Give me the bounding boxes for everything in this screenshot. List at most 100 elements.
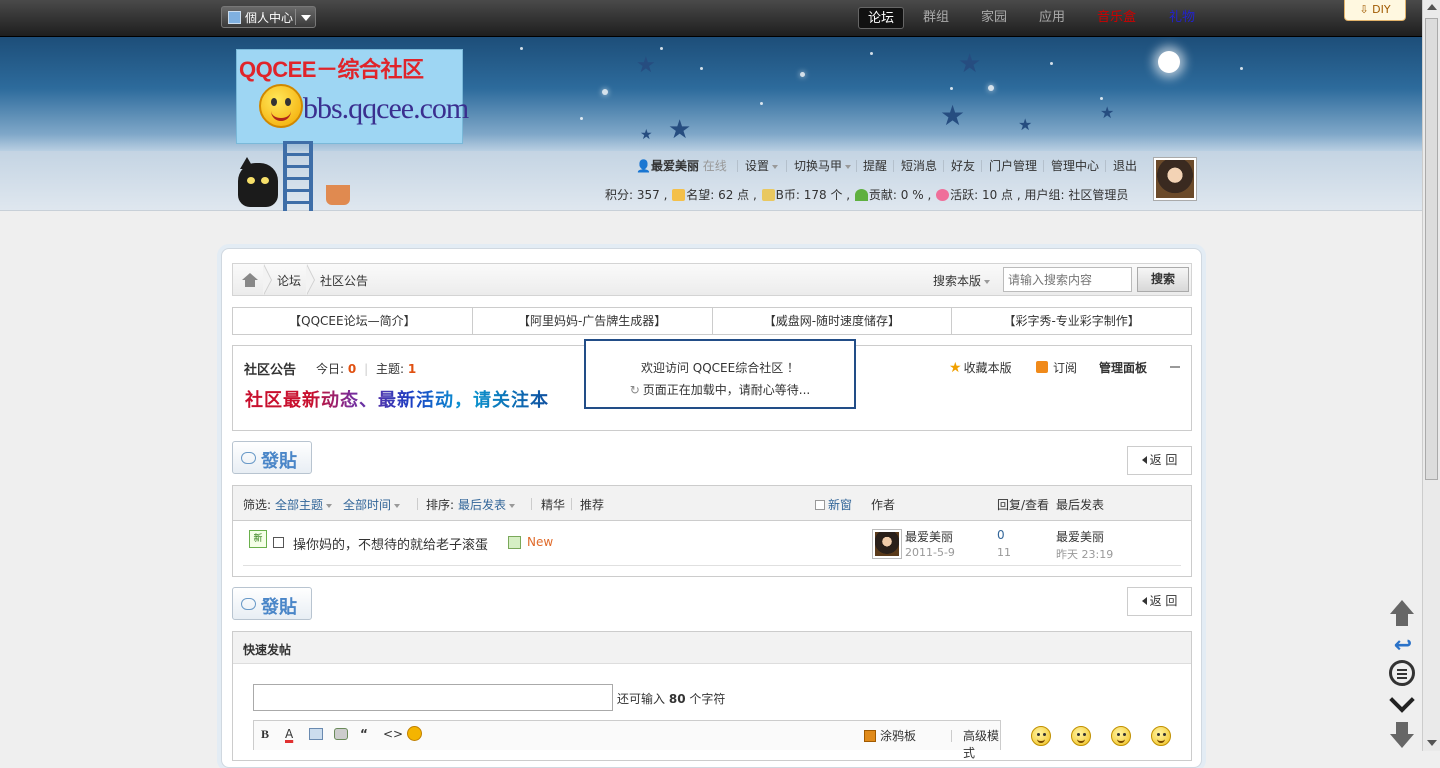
diy-button[interactable]: ⇩ DIY xyxy=(1344,0,1406,21)
notifications-link[interactable]: 提醒 xyxy=(863,158,887,174)
user-profile-link[interactable]: 👤最爱美丽 在线 xyxy=(636,158,727,174)
chevron-down-icon xyxy=(509,503,516,508)
user-avatar[interactable] xyxy=(1153,157,1197,201)
sad-emoji-icon[interactable] xyxy=(1151,726,1171,746)
nav-gifts[interactable]: 礼物 xyxy=(1169,8,1195,28)
vertical-scrollbar[interactable] xyxy=(1422,0,1440,751)
author-avatar[interactable] xyxy=(872,529,902,559)
refresh-spinner-icon: ↻ xyxy=(629,383,640,397)
download-arrow-icon: ⇩ xyxy=(1359,3,1373,16)
scroll-up-arrow-icon[interactable] xyxy=(1427,4,1437,10)
thread-select-checkbox[interactable] xyxy=(273,537,284,548)
advanced-mode-link[interactable]: 高级模式 xyxy=(963,727,1000,761)
new-post-button[interactable]: 發貼 xyxy=(232,441,312,474)
diy-label: DIY xyxy=(1372,3,1391,16)
filter-all-time[interactable]: 全部时间 xyxy=(343,496,401,513)
filter-all-topics[interactable]: 全部主题 xyxy=(275,496,333,513)
admin-panel-link[interactable]: 管理面板 xyxy=(1099,359,1147,376)
scrollbar-thumb[interactable] xyxy=(1425,18,1438,480)
coin-bag-icon xyxy=(761,189,775,201)
subscribe-button[interactable]: 订阅 xyxy=(1036,359,1077,376)
switch-account-link[interactable]: 切换马甲 xyxy=(794,158,852,174)
last-post-author[interactable]: 最爱美丽 xyxy=(1056,528,1104,545)
thumbs-up-icon xyxy=(672,189,686,201)
breadcrumb-forum[interactable]: 论坛 xyxy=(277,272,301,289)
back-button[interactable]: 返 回 xyxy=(1127,446,1192,475)
search-scope-dropdown[interactable]: 搜索本版 xyxy=(933,272,991,289)
friends-link[interactable]: 好友 xyxy=(951,158,975,174)
confused-emoji-icon[interactable] xyxy=(1071,726,1091,746)
row-divider xyxy=(243,565,1181,566)
checkmark-icon[interactable] xyxy=(1389,693,1415,711)
new-window-toggle[interactable]: 新窗 xyxy=(815,496,852,513)
thread-author[interactable]: 最爱美丽 xyxy=(905,528,953,545)
link-qqcee-intro[interactable]: 【QQCEE论坛—简介】 xyxy=(233,308,473,334)
breadcrumb-announcements[interactable]: 社区公告 xyxy=(320,272,368,289)
graffiti-board-button[interactable]: 涂鸦板 xyxy=(864,727,916,744)
collapse-icon[interactable] xyxy=(1170,366,1180,368)
scroll-down-arrow-icon[interactable] xyxy=(1427,740,1437,746)
search-button[interactable]: 搜索 xyxy=(1137,267,1189,292)
sort-label: 排序: xyxy=(426,498,455,512)
thread-replies[interactable]: 0 xyxy=(997,528,1005,542)
happy-emoji-icon[interactable] xyxy=(1111,726,1131,746)
nav-apps[interactable]: 应用 xyxy=(1039,8,1065,28)
back-button-bottom[interactable]: 返 回 xyxy=(1127,587,1192,616)
character-counter: 还可输入 80 个字符 xyxy=(617,692,726,706)
settings-link[interactable]: 设置 xyxy=(745,158,779,174)
nav-music-box[interactable]: 音乐盒 xyxy=(1097,8,1136,28)
thread-list: 新 操你妈的，不想待的就给老子滚蛋 New 最爱美丽 2011-5-9 0 11… xyxy=(232,521,1192,577)
nav-groups[interactable]: 群组 xyxy=(923,8,949,28)
font-color-button[interactable]: A xyxy=(285,727,293,741)
logout-link[interactable]: 退出 xyxy=(1113,158,1137,174)
chevron-down-icon xyxy=(394,503,401,508)
link-icon[interactable] xyxy=(334,728,348,740)
link-color-text[interactable]: 【彩字秀-专业彩字制作】 xyxy=(952,308,1191,334)
bold-button[interactable]: B xyxy=(261,727,269,742)
breadcrumb-separator xyxy=(306,264,317,295)
list-icon[interactable] xyxy=(1389,660,1415,686)
smiley-icon[interactable] xyxy=(407,726,422,741)
personal-center-label: 個人中心 xyxy=(245,11,294,25)
scroll-top-icon[interactable] xyxy=(1390,600,1414,614)
last-post-time[interactable]: 昨天 23:19 xyxy=(1056,546,1113,562)
quote-button[interactable]: “ xyxy=(360,727,368,741)
home-icon[interactable] xyxy=(242,273,258,287)
loading-status: ↻ 页面正在加载中，请耐心等待... xyxy=(629,383,811,397)
favorite-forum-button[interactable]: ★ 收藏本版 xyxy=(949,359,1012,376)
quick-post-title: 快速发帖 xyxy=(243,643,292,657)
filter-digest[interactable]: 精华 xyxy=(541,496,565,513)
user-stats: 积分: 357 , 名望: 62 点 , B币: 178 个 , 贡献: 0 %… xyxy=(605,186,1128,203)
quick-post-title-input[interactable] xyxy=(253,684,613,711)
online-status: 在线 xyxy=(702,159,727,173)
search-input[interactable] xyxy=(1003,267,1132,292)
chevron-down-icon xyxy=(326,503,333,508)
speech-bubble-icon xyxy=(241,598,256,610)
site-logo[interactable]: QQCEE－综合社区 bbs.qqcee.com xyxy=(236,49,469,144)
portal-management-link[interactable]: 门户管理 xyxy=(989,158,1037,174)
thread-title[interactable]: 操你妈的，不想待的就给老子滚蛋 xyxy=(293,534,488,553)
new-post-button-bottom[interactable]: 發貼 xyxy=(232,587,312,620)
rss-icon xyxy=(1036,361,1048,373)
nav-forum[interactable]: 论坛 xyxy=(858,7,904,29)
sprout-icon xyxy=(854,189,868,201)
new-thread-icon: 新 xyxy=(249,530,267,548)
scroll-bottom-icon[interactable] xyxy=(1390,734,1414,748)
activity-stat: 活跃: 10 点 , xyxy=(950,188,1021,202)
admin-center-link[interactable]: 管理中心 xyxy=(1051,158,1099,174)
nav-home[interactable]: 家园 xyxy=(981,8,1007,28)
sort-dropdown[interactable]: 最后发表 xyxy=(458,496,516,513)
filter-recommend[interactable]: 推荐 xyxy=(580,496,604,513)
smile-emoji-icon[interactable] xyxy=(1031,726,1051,746)
image-icon[interactable] xyxy=(309,728,323,740)
chevron-down-icon xyxy=(772,164,779,169)
messages-link[interactable]: 短消息 xyxy=(901,158,937,174)
personal-center-dropdown[interactable]: 個人中心 xyxy=(221,6,316,28)
code-button[interactable]: <> xyxy=(383,727,403,741)
column-author: 作者 xyxy=(871,498,896,512)
link-alimama-banner[interactable]: 【阿里妈妈-广告牌生成器】 xyxy=(473,308,713,334)
link-weipan-storage[interactable]: 【威盘网-随时速度储存】 xyxy=(713,308,953,334)
column-replies-views: 回复/查看 xyxy=(997,498,1050,512)
loading-welcome-text: 欢迎访问 QQCEE综合社区 ！ xyxy=(640,361,800,375)
reply-arrow-icon[interactable]: ↩ xyxy=(1389,633,1417,658)
